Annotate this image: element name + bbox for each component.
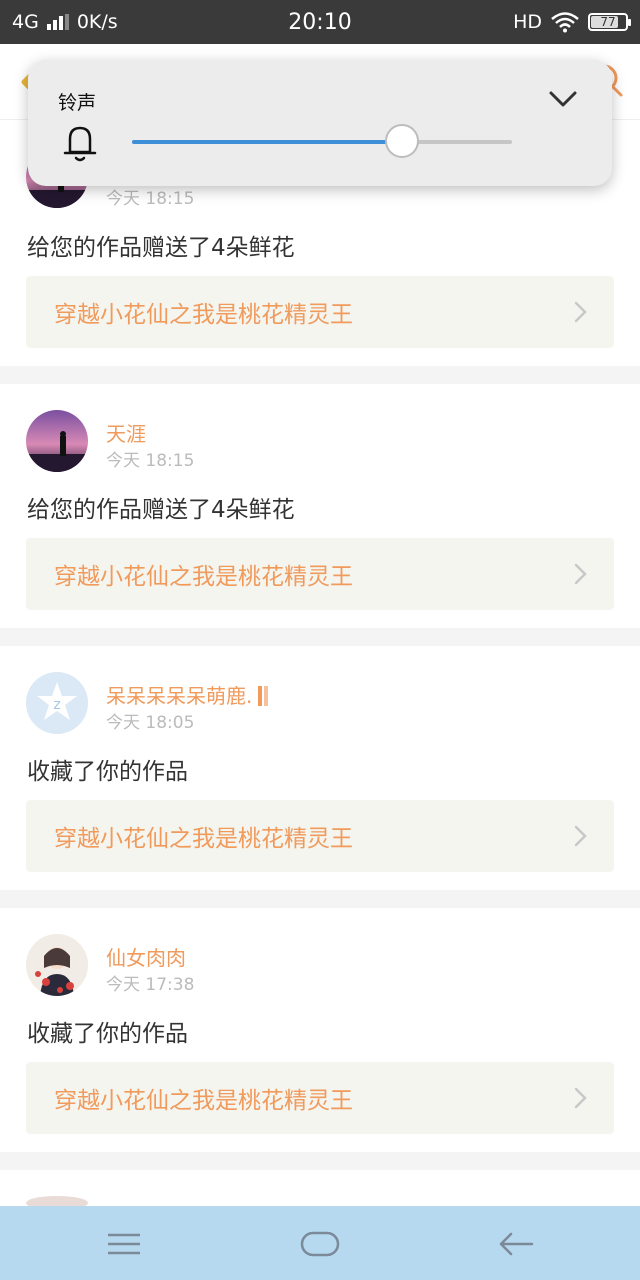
- timestamp: 今天 18:15: [106, 451, 195, 471]
- chevron-right-icon: [574, 825, 587, 847]
- username[interactable]: 呆呆呆呆呆萌鹿.: [106, 680, 269, 709]
- hd-indicator: HD: [513, 11, 542, 33]
- message-text: 收藏了你的作品: [27, 1021, 188, 1047]
- status-left: 4G 0K/s: [12, 11, 118, 33]
- user-avatar[interactable]: [26, 410, 88, 472]
- svg-text:z: z: [53, 697, 60, 713]
- work-title: 穿越小花仙之我是桃花精灵王: [54, 302, 353, 328]
- signal-icon: [46, 14, 69, 30]
- timestamp: 今天 17:38: [106, 975, 195, 995]
- username[interactable]: 天涯: [106, 418, 146, 447]
- volume-label: 铃声: [58, 92, 97, 114]
- chevron-right-icon: [574, 1087, 587, 1109]
- bell-icon[interactable]: [62, 122, 98, 164]
- back-nav-button[interactable]: [494, 1226, 538, 1262]
- message-text: 收藏了你的作品: [27, 759, 188, 785]
- network-speed: 0K/s: [76, 11, 118, 33]
- user-avatar[interactable]: z: [26, 672, 88, 734]
- volume-slider[interactable]: [132, 124, 512, 158]
- status-bar: 4G 0K/s 20:10 HD 77: [0, 0, 640, 44]
- volume-slider-fill: [132, 140, 402, 144]
- message-text: 给您的作品赠送了4朵鲜花: [27, 235, 295, 261]
- work-link[interactable]: 穿越小花仙之我是桃花精灵王: [26, 538, 614, 610]
- work-link[interactable]: 穿越小花仙之我是桃花精灵王: [26, 800, 614, 872]
- girl-avatar-image: [26, 934, 88, 996]
- work-title: 穿越小花仙之我是桃花精灵王: [54, 1088, 353, 1114]
- username[interactable]: 仙女肉肉: [106, 942, 186, 971]
- network-type: 4G: [12, 11, 39, 33]
- notification-card: 仙女肉肉 今天 17:38 收藏了你的作品 穿越小花仙之我是桃花精灵王: [0, 908, 640, 1152]
- timestamp: 今天 18:05: [106, 713, 195, 733]
- battery-icon: 77: [588, 13, 631, 31]
- notification-card: z 呆呆呆呆呆萌鹿. 今天 18:05 收藏了你的作品 穿越小花仙之我是桃花精灵…: [0, 646, 640, 890]
- menu-button[interactable]: [102, 1226, 146, 1262]
- home-button[interactable]: [298, 1226, 342, 1262]
- home-icon: [300, 1231, 340, 1257]
- notification-card: 天涯 今天 18:15 给您的作品赠送了4朵鲜花 穿越小花仙之我是桃花精灵王: [0, 384, 640, 628]
- status-right: HD 77: [513, 11, 631, 33]
- volume-popup: 铃声: [28, 60, 612, 186]
- battery-level: 77: [600, 15, 616, 29]
- back-arrow-icon: [499, 1232, 534, 1256]
- work-link[interactable]: 穿越小花仙之我是桃花精灵王: [26, 1062, 614, 1134]
- wifi-icon: [551, 12, 579, 33]
- chevron-right-icon: [574, 563, 587, 585]
- work-link[interactable]: 穿越小花仙之我是桃花精灵王: [26, 276, 614, 348]
- menu-icon: [108, 1233, 140, 1255]
- work-title: 穿越小花仙之我是桃花精灵王: [54, 826, 353, 852]
- chevron-right-icon: [574, 301, 587, 323]
- sunset-avatar-image: [26, 410, 88, 472]
- chevron-down-icon[interactable]: [548, 88, 578, 110]
- timestamp: 今天 18:15: [106, 189, 195, 209]
- notification-card: [0, 1170, 640, 1210]
- default-avatar-icon: z: [26, 672, 88, 734]
- volume-slider-thumb[interactable]: [384, 124, 419, 158]
- work-title: 穿越小花仙之我是桃花精灵王: [54, 564, 353, 590]
- message-text: 给您的作品赠送了4朵鲜花: [27, 497, 295, 523]
- user-avatar[interactable]: [26, 934, 88, 996]
- system-nav-bar: [0, 1206, 640, 1280]
